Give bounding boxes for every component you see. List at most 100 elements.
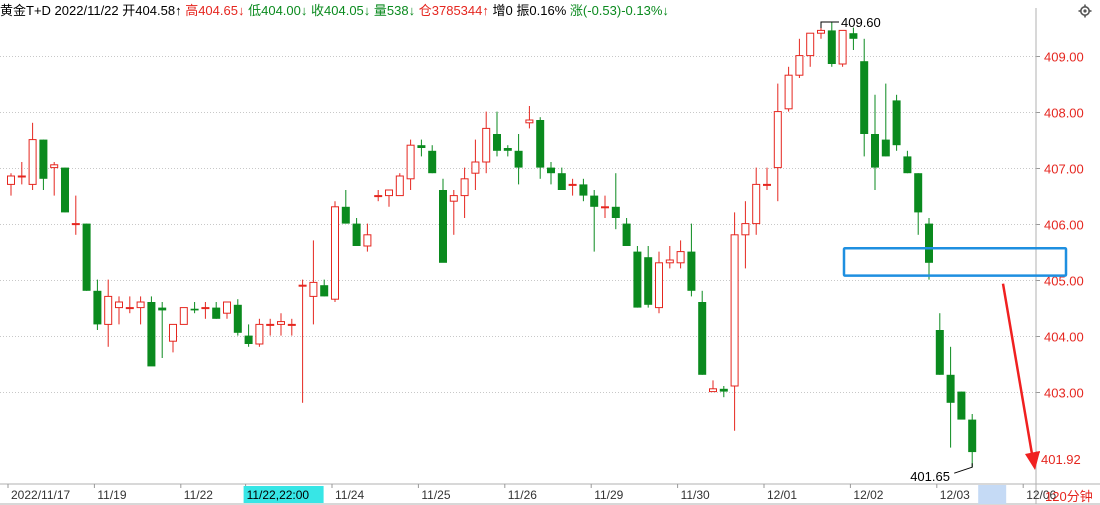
candle [201, 302, 210, 319]
candle [633, 246, 642, 308]
x-tick-label: 12/03 [940, 488, 970, 502]
candle [665, 246, 674, 269]
down-arrow-shaft [1001, 283, 1035, 461]
crosshair-time-label: 11/22,22:00 [247, 488, 310, 502]
candle [147, 296, 156, 367]
candle [190, 302, 199, 314]
symbol-name: 黄金T+D [0, 3, 51, 18]
candle [331, 201, 339, 302]
candle [352, 218, 361, 246]
period-selector[interactable]: 120分钟 [1045, 486, 1093, 505]
candle [849, 27, 858, 50]
candle-body [341, 206, 350, 224]
candle [61, 167, 69, 213]
candle-body [849, 33, 858, 39]
candle-body [201, 307, 210, 310]
candle [385, 189, 393, 207]
low-value: 404.00 [261, 3, 301, 18]
candle-body [28, 139, 37, 185]
last-price-label: 401.92 [1041, 452, 1081, 467]
candle-body [795, 55, 804, 76]
candle [82, 223, 91, 291]
candle [482, 111, 491, 174]
change-label: 涨 [569, 3, 583, 18]
y-tick-label: 404.00 [1044, 330, 1084, 345]
open-label: 开 [122, 3, 136, 18]
high-annotation-leader [820, 21, 839, 28]
high-label: 高 [185, 3, 199, 18]
volume-label: 量 [373, 3, 387, 18]
candle-body [212, 307, 221, 319]
candle [806, 32, 815, 67]
open-interest-value: 3785344 [431, 3, 483, 18]
candle-body [374, 195, 383, 198]
candle [838, 29, 847, 67]
candle [179, 307, 188, 325]
x-tick-label: 11/22 [184, 488, 213, 502]
x-tick-label: 2022/11/17 [11, 488, 70, 502]
candle-body [709, 388, 717, 393]
candle [957, 391, 966, 420]
candle-body [244, 335, 253, 344]
candle [719, 386, 728, 398]
candle-body [17, 175, 26, 178]
candle [881, 83, 890, 157]
candle-body [39, 139, 48, 179]
quote-info-bar: 黄金T+D 2022/11/22 开404.58↑ 高404.65↓ 低404.… [0, 0, 1100, 22]
candle [644, 246, 653, 308]
high-value: 404.65 [198, 3, 238, 18]
y-tick-label: 407.00 [1044, 162, 1084, 177]
oi-change-value: 0 [505, 3, 513, 18]
candle [622, 218, 631, 246]
candle [730, 212, 739, 431]
candle-body [525, 119, 534, 124]
candlestick-chart[interactable]: 403.00404.00405.00406.00407.00408.00409.… [0, 0, 1100, 505]
candles [7, 22, 977, 468]
candle [115, 296, 123, 325]
candle [449, 190, 458, 235]
candle [136, 296, 145, 325]
y-axis-ticks: 403.00404.00405.00406.00407.00408.00409.… [1044, 50, 1084, 401]
candle [320, 279, 329, 297]
candle-body [147, 302, 156, 367]
candle-body [946, 374, 955, 403]
candle [525, 106, 534, 129]
candle-body [363, 234, 372, 247]
open-value: 404.58 [135, 3, 176, 18]
candle-body [460, 178, 469, 197]
candle [493, 111, 501, 157]
candle-body [611, 206, 620, 218]
candle [266, 318, 275, 336]
candle [946, 346, 955, 448]
candle-body [50, 164, 59, 169]
candle [7, 173, 15, 196]
candle-body [817, 29, 825, 34]
candle [611, 173, 620, 230]
candle [698, 290, 707, 375]
close-arrow: ↓ [363, 3, 371, 18]
candle-body [503, 148, 512, 151]
candle-body [655, 262, 663, 309]
candle [687, 223, 696, 297]
amplitude-label: 振 [516, 3, 530, 18]
candle [914, 173, 923, 235]
oi-change-label: 增 [492, 3, 506, 18]
time-axis-cursor-block [978, 485, 1007, 504]
candle-body [784, 74, 793, 110]
candle [223, 301, 231, 319]
candle-body [115, 301, 123, 309]
candle-body [881, 139, 890, 157]
gear-icon[interactable] [1078, 4, 1092, 18]
candle-body [806, 32, 815, 57]
candle [298, 279, 307, 403]
low-label: 低 [248, 3, 262, 18]
volume-arrow: ↓ [408, 3, 416, 18]
support-zone-box [842, 246, 1068, 277]
candle [676, 240, 685, 269]
candle-body [439, 190, 447, 263]
candle [773, 83, 782, 202]
candle-body [449, 195, 458, 202]
x-tick-label: 11/30 [681, 488, 710, 502]
candle-body [547, 167, 555, 174]
candle-body [871, 134, 879, 168]
